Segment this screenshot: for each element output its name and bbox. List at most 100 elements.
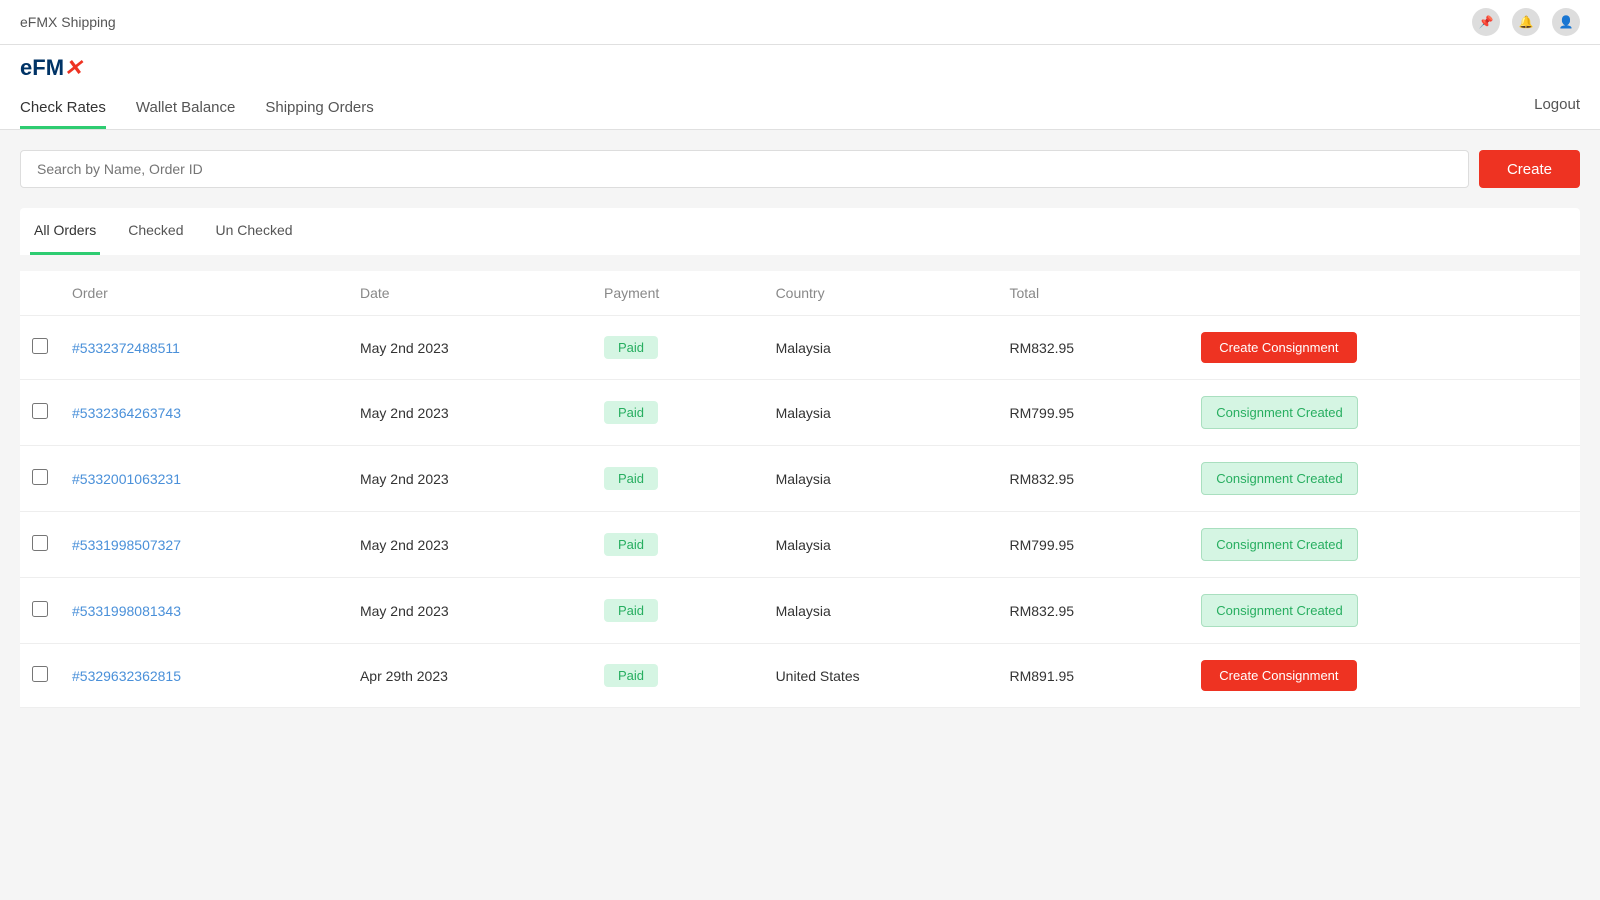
tab-check-rates[interactable]: Check Rates — [20, 89, 106, 129]
order-date: May 2nd 2023 — [360, 405, 449, 421]
orders-table: Order Date Payment Country Total #533237… — [20, 271, 1580, 708]
row-checkbox[interactable] — [32, 469, 48, 485]
order-id-link[interactable]: #5332001063231 — [72, 471, 181, 487]
order-id-cell: #5329632362815 — [60, 644, 348, 708]
country-cell: Malaysia — [764, 316, 998, 380]
order-id-cell: #5332001063231 — [60, 446, 348, 512]
consignment-created-button: Consignment Created — [1201, 528, 1357, 561]
order-id-link[interactable]: #5331998507327 — [72, 537, 181, 553]
consignment-created-button: Consignment Created — [1201, 462, 1357, 495]
order-date: May 2nd 2023 — [360, 471, 449, 487]
payment-badge: Paid — [604, 664, 658, 687]
user-avatar[interactable]: 👤 — [1552, 8, 1580, 36]
col-checkbox — [20, 271, 60, 316]
order-id-link[interactable]: #5332364263743 — [72, 405, 181, 421]
logo: eFM✕ — [20, 55, 1580, 81]
order-country: Malaysia — [776, 340, 831, 356]
payment-badge: Paid — [604, 401, 658, 424]
col-date: Date — [348, 271, 592, 316]
date-cell: May 2nd 2023 — [348, 512, 592, 578]
col-order: Order — [60, 271, 348, 316]
create-consignment-button[interactable]: Create Consignment — [1201, 332, 1356, 363]
order-id-cell: #5331998081343 — [60, 578, 348, 644]
order-total: RM799.95 — [1010, 537, 1075, 553]
row-checkbox-cell — [20, 644, 60, 708]
payment-badge: Paid — [604, 467, 658, 490]
table-row: #5332372488511 May 2nd 2023 Paid Malaysi… — [20, 316, 1580, 380]
total-cell: RM832.95 — [998, 316, 1190, 380]
table-header-row: Order Date Payment Country Total — [20, 271, 1580, 316]
order-country: Malaysia — [776, 405, 831, 421]
order-id-cell: #5332364263743 — [60, 380, 348, 446]
order-country: United States — [776, 668, 860, 684]
bell-icon[interactable]: 🔔 — [1512, 8, 1540, 36]
payment-cell: Paid — [592, 446, 764, 512]
row-checkbox-cell — [20, 578, 60, 644]
order-date: May 2nd 2023 — [360, 340, 449, 356]
row-checkbox-cell — [20, 446, 60, 512]
row-checkbox[interactable] — [32, 601, 48, 617]
order-date: Apr 29th 2023 — [360, 668, 448, 684]
action-cell: Create Consignment — [1189, 644, 1580, 708]
app-header: eFM✕ Check Rates Wallet Balance Shipping… — [0, 45, 1600, 130]
row-checkbox[interactable] — [32, 338, 48, 354]
logo-text: eFM✕ — [20, 55, 82, 81]
order-total: RM832.95 — [1010, 603, 1075, 619]
filter-tab-checked[interactable]: Checked — [124, 208, 187, 255]
date-cell: May 2nd 2023 — [348, 380, 592, 446]
date-cell: Apr 29th 2023 — [348, 644, 592, 708]
order-id-link[interactable]: #5332372488511 — [72, 340, 180, 356]
date-cell: May 2nd 2023 — [348, 578, 592, 644]
tab-shipping-orders[interactable]: Shipping Orders — [265, 89, 373, 129]
country-cell: Malaysia — [764, 446, 998, 512]
col-country: Country — [764, 271, 998, 316]
tab-wallet-balance[interactable]: Wallet Balance — [136, 89, 236, 129]
order-total: RM832.95 — [1010, 471, 1075, 487]
payment-badge: Paid — [604, 533, 658, 556]
table-row: #5329632362815 Apr 29th 2023 Paid United… — [20, 644, 1580, 708]
payment-badge: Paid — [604, 599, 658, 622]
date-cell: May 2nd 2023 — [348, 446, 592, 512]
create-button[interactable]: Create — [1479, 150, 1580, 188]
nav-tabs: Check Rates Wallet Balance Shipping Orde… — [20, 89, 1580, 129]
country-cell: Malaysia — [764, 380, 998, 446]
table-row: #5332001063231 May 2nd 2023 Paid Malaysi… — [20, 446, 1580, 512]
payment-cell: Paid — [592, 644, 764, 708]
payment-cell: Paid — [592, 380, 764, 446]
row-checkbox[interactable] — [32, 535, 48, 551]
create-consignment-button[interactable]: Create Consignment — [1201, 660, 1356, 691]
col-total: Total — [998, 271, 1190, 316]
filter-tab-all-orders[interactable]: All Orders — [30, 208, 100, 255]
order-total: RM891.95 — [1010, 668, 1075, 684]
search-input[interactable] — [20, 150, 1469, 188]
nav-tabs-left: Check Rates Wallet Balance Shipping Orde… — [20, 89, 374, 129]
main-content: Create All Orders Checked Un Checked Ord… — [0, 130, 1600, 728]
col-action — [1189, 271, 1580, 316]
top-bar: eFMX Shipping 📌 🔔 👤 — [0, 0, 1600, 45]
payment-cell: Paid — [592, 578, 764, 644]
total-cell: RM799.95 — [998, 380, 1190, 446]
logout-link[interactable]: Logout — [1534, 96, 1580, 123]
consignment-created-button: Consignment Created — [1201, 396, 1357, 429]
order-country: Malaysia — [776, 471, 831, 487]
filter-tabs: All Orders Checked Un Checked — [20, 208, 1580, 255]
order-date: May 2nd 2023 — [360, 603, 449, 619]
row-checkbox[interactable] — [32, 666, 48, 682]
country-cell: United States — [764, 644, 998, 708]
order-id-link[interactable]: #5329632362815 — [72, 668, 181, 684]
total-cell: RM832.95 — [998, 578, 1190, 644]
country-cell: Malaysia — [764, 512, 998, 578]
order-id-link[interactable]: #5331998081343 — [72, 603, 181, 619]
order-id-cell: #5332372488511 — [60, 316, 348, 380]
pin-icon[interactable]: 📌 — [1472, 8, 1500, 36]
payment-cell: Paid — [592, 316, 764, 380]
order-id-cell: #5331998507327 — [60, 512, 348, 578]
action-cell: Create Consignment — [1189, 316, 1580, 380]
table-row: #5331998507327 May 2nd 2023 Paid Malaysi… — [20, 512, 1580, 578]
row-checkbox[interactable] — [32, 403, 48, 419]
filter-tab-unchecked[interactable]: Un Checked — [212, 208, 297, 255]
table-row: #5331998081343 May 2nd 2023 Paid Malaysi… — [20, 578, 1580, 644]
country-cell: Malaysia — [764, 578, 998, 644]
date-cell: May 2nd 2023 — [348, 316, 592, 380]
col-payment: Payment — [592, 271, 764, 316]
